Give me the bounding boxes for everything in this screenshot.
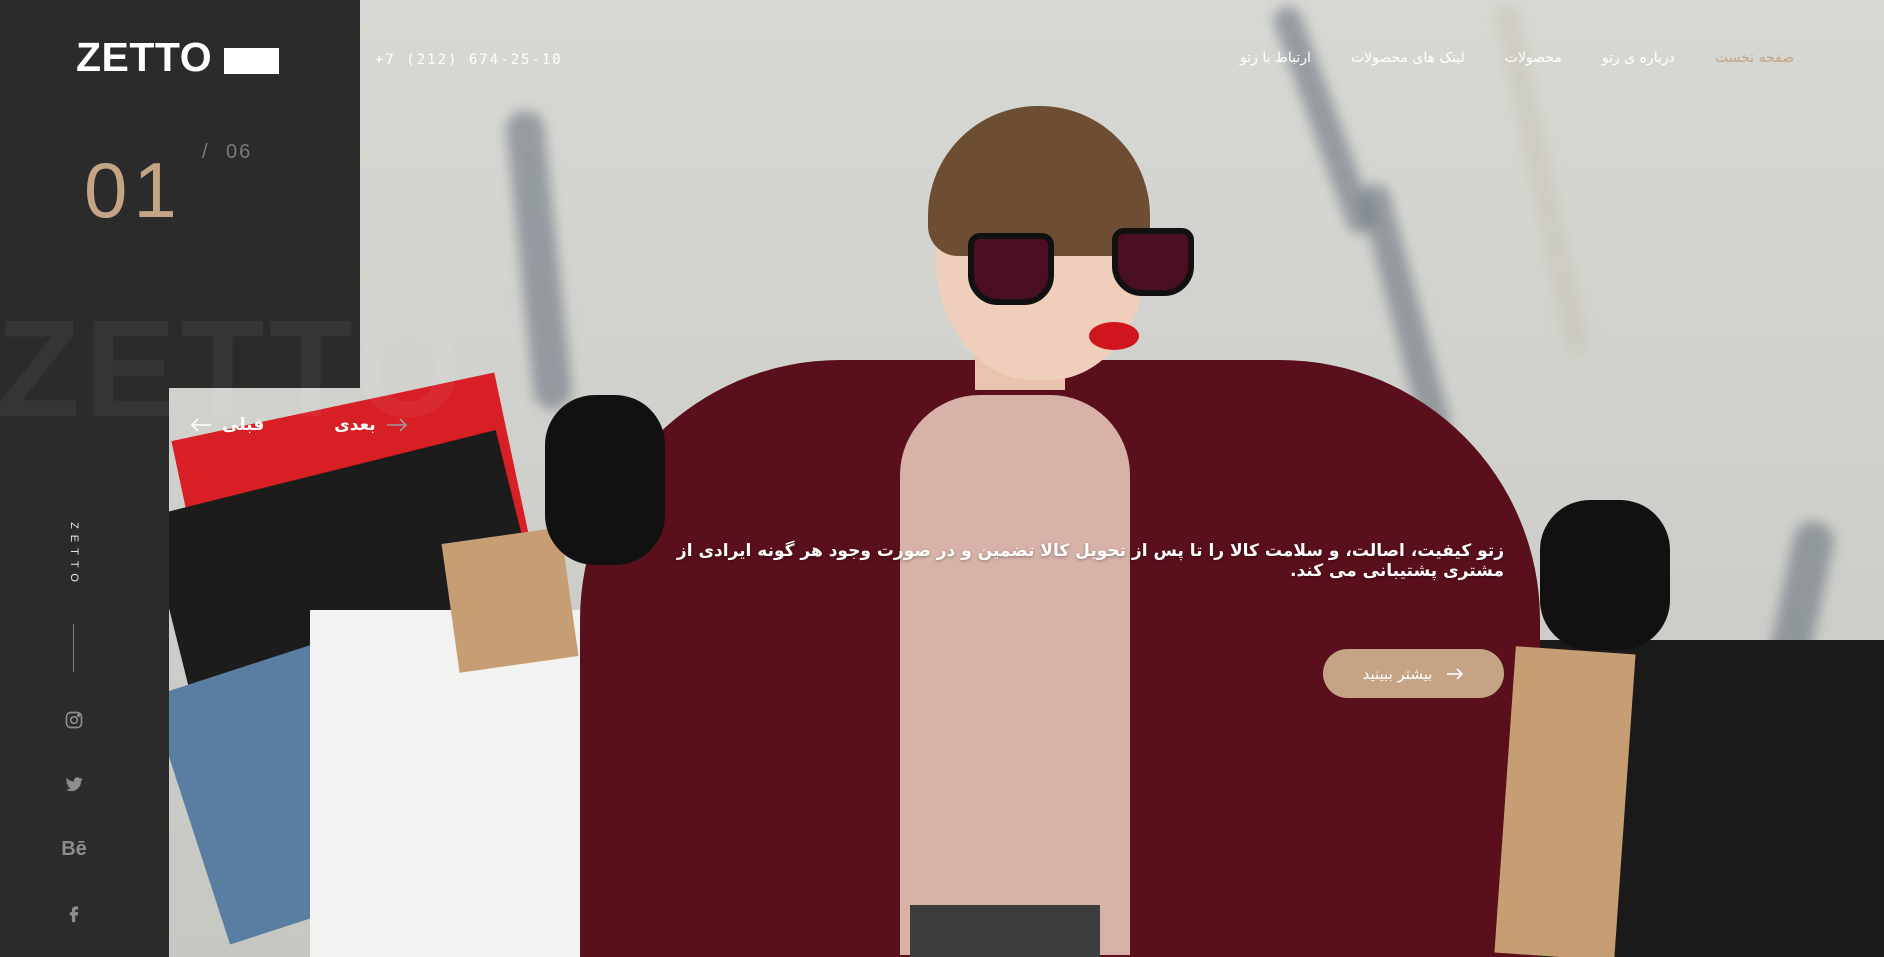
arrow-left-icon bbox=[190, 418, 211, 432]
slide-total-number: 06 bbox=[226, 141, 253, 163]
divider-line bbox=[73, 624, 74, 672]
left-sidebar bbox=[0, 388, 169, 957]
behance-icon[interactable]: Bē bbox=[60, 835, 88, 863]
prev-button[interactable]: قبلی bbox=[190, 415, 264, 435]
main-nav: صفحه نخست درباره ی زتو محصولات لینک های … bbox=[1240, 50, 1794, 66]
logo-mark bbox=[224, 47, 280, 74]
vertical-brand: ZETTO bbox=[64, 515, 84, 595]
vertical-brand-text: ZETTO bbox=[68, 522, 81, 588]
next-button[interactable]: بعدی bbox=[334, 415, 407, 435]
logo[interactable]: ZETTO bbox=[76, 34, 280, 81]
arrow-right-icon bbox=[386, 418, 407, 432]
see-more-button[interactable]: بیشتر ببینید bbox=[1323, 649, 1504, 698]
slide-separator: / bbox=[202, 141, 208, 163]
instagram-icon[interactable] bbox=[60, 706, 88, 734]
slider-pager: قبلی بعدی bbox=[190, 415, 408, 435]
page: ZETTO ZETTO 01 / 06 ZETTO Bē +7 (212) 67… bbox=[0, 0, 1884, 957]
slide-current-number: 01 bbox=[84, 146, 183, 234]
see-more-label: بیشتر ببینید bbox=[1362, 664, 1433, 683]
nav-item-about[interactable]: درباره ی زتو bbox=[1602, 50, 1675, 66]
nav-item-home[interactable]: صفحه نخست bbox=[1715, 50, 1794, 66]
logo-text: ZETTO bbox=[76, 34, 213, 80]
prev-label: قبلی bbox=[222, 415, 265, 435]
twitter-icon[interactable] bbox=[60, 770, 88, 798]
nav-item-product-links[interactable]: لینک های محصولات bbox=[1351, 50, 1465, 66]
phone-number[interactable]: +7 (212) 674-25-10 bbox=[375, 52, 563, 68]
nav-item-contact[interactable]: ارتباط با زتو bbox=[1240, 50, 1311, 66]
nav-item-products[interactable]: محصولات bbox=[1505, 50, 1562, 66]
facebook-icon[interactable] bbox=[60, 899, 88, 927]
arrow-right-icon bbox=[1447, 667, 1464, 680]
next-label: بعدی bbox=[334, 415, 376, 435]
hero-tagline: زتو کیفیت، اصالت، و سلامت کالا را تا پس … bbox=[676, 541, 1504, 581]
